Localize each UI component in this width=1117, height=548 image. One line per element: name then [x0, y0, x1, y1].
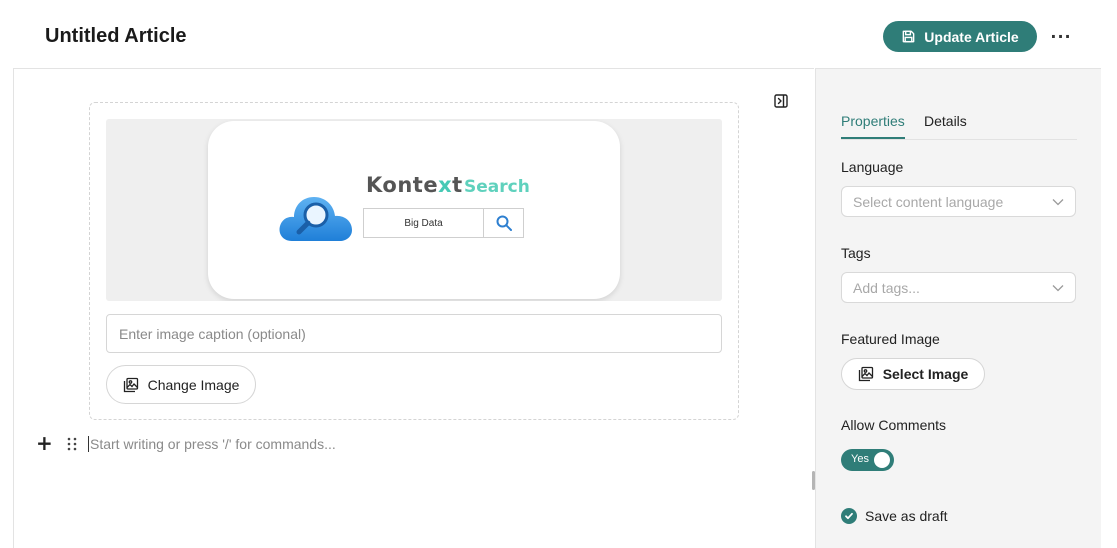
image-caption-input[interactable] — [106, 314, 722, 353]
tags-label: Tags — [841, 245, 871, 261]
check-icon — [845, 512, 853, 520]
select-image-button[interactable]: Select Image — [841, 358, 985, 390]
toggle-label: Yes — [851, 453, 869, 465]
tags-placeholder: Add tags... — [853, 279, 920, 296]
change-image-button[interactable]: Change Image — [106, 365, 256, 404]
more-options-button[interactable]: ··· — [1049, 24, 1073, 48]
cloud-search-icon — [279, 197, 352, 241]
editor-canvas[interactable]: Kontext Search Big Data Enter image capt… — [13, 68, 814, 548]
toggle-knob — [874, 452, 890, 468]
brand-suffix: t — [452, 173, 463, 197]
brand-wordmark: Kontext — [366, 173, 463, 197]
tab-details[interactable]: Details — [924, 113, 967, 129]
logo-search-box: Big Data — [363, 208, 524, 238]
sidebar-tabs: Properties Details — [841, 113, 1077, 140]
image-icon — [858, 366, 873, 382]
writing-placeholder[interactable]: Start writing or press '/' for commands.… — [88, 436, 336, 452]
image-icon — [123, 377, 138, 392]
save-icon — [902, 30, 915, 43]
allow-comments-toggle[interactable]: Yes — [841, 449, 894, 471]
allow-comments-label: Allow Comments — [841, 417, 947, 433]
chevron-down-icon — [1052, 284, 1064, 291]
tab-properties[interactable]: Properties — [841, 113, 905, 139]
header: Untitled Article Update Article ··· — [0, 0, 1117, 68]
search-icon — [496, 215, 512, 231]
panel-collapse-icon[interactable] — [774, 94, 788, 108]
change-image-label: Change Image — [147, 376, 240, 393]
image-preview: Kontext Search Big Data — [106, 119, 722, 301]
logo-search-button — [483, 209, 523, 237]
language-select[interactable]: Select content language — [841, 186, 1076, 217]
image-block[interactable]: Kontext Search Big Data Enter image capt… — [89, 102, 739, 420]
language-placeholder: Select content language — [853, 193, 1004, 210]
kontext-search-logo: Kontext Search Big Data — [208, 121, 620, 299]
select-image-label: Select Image — [882, 366, 969, 382]
featured-image-label: Featured Image — [841, 331, 940, 347]
page-title: Untitled Article — [45, 25, 187, 47]
brand-x: x — [438, 173, 453, 197]
update-article-label: Update Article — [924, 28, 1019, 45]
drag-handle-icon[interactable] — [66, 437, 78, 451]
brand-search-word: Search — [464, 177, 530, 197]
logo-search-query: Big Data — [404, 217, 443, 229]
tags-select[interactable]: Add tags... — [841, 272, 1076, 303]
chevron-down-icon — [1052, 198, 1064, 205]
update-article-button[interactable]: Update Article — [883, 21, 1037, 52]
properties-sidebar: Properties Details Language Select conte… — [815, 68, 1101, 548]
add-block-button[interactable]: + — [36, 433, 53, 453]
save-as-draft-checkbox[interactable] — [841, 508, 857, 524]
language-label: Language — [841, 159, 904, 175]
save-as-draft-label[interactable]: Save as draft — [865, 508, 948, 524]
brand-prefix: Konte — [366, 173, 439, 197]
